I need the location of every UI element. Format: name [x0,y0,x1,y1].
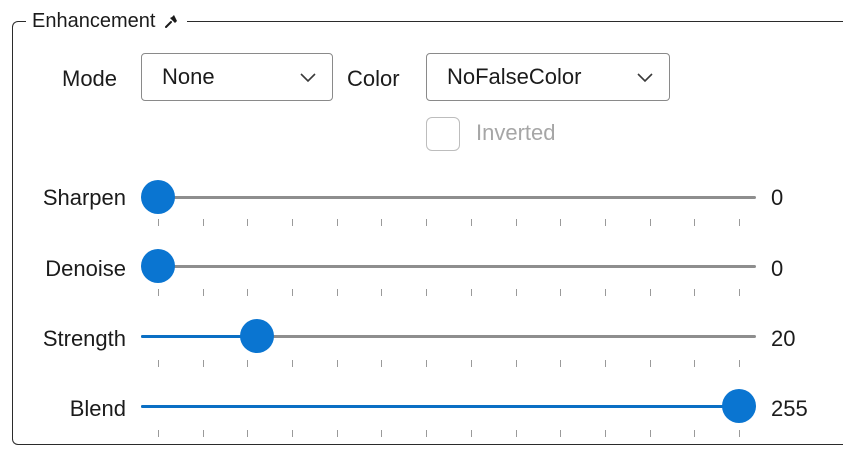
mode-select-value: None [162,64,215,89]
denoise-value: 0 [771,256,784,281]
slider-tick [470,360,472,367]
strength-slider[interactable] [141,319,756,353]
slider-tick [158,219,159,226]
mode-label: Mode [62,66,118,91]
color-select-value: NoFalseColor [447,64,582,89]
slider-tick [694,360,696,367]
slider-tick [247,289,249,296]
blend-ticks [141,430,756,438]
inverted-label: Inverted [476,120,556,145]
slider-tick [426,289,428,296]
chevron-down-icon [300,73,316,83]
slider-tick [560,360,562,367]
slider-tick [694,430,696,437]
color-select[interactable]: NoFalseColor [426,53,670,101]
slider-tick [292,289,294,296]
sharpen-slider-thumb[interactable] [141,180,175,214]
inverted-checkbox[interactable] [426,117,460,151]
slider-tick [739,430,740,437]
slider-tick [247,360,249,367]
slider-tick [604,219,606,226]
blend-value: 255 [771,396,808,421]
slider-tick [560,430,562,437]
denoise-label: Denoise [45,256,126,281]
slider-tick [336,289,338,296]
slider-tick [336,219,338,226]
slider-tick [739,289,740,296]
chevron-down-icon [637,73,653,83]
slider-tick [202,219,204,226]
strength-label: Strength [42,326,126,351]
slider-tick [336,430,338,437]
slider-tick [694,289,696,296]
slider-tick [649,360,651,367]
strength-slider-thumb[interactable] [239,319,274,353]
pin-icon[interactable] [163,12,181,30]
sharpen-slider[interactable] [141,180,756,214]
slider-tick [426,430,428,437]
sharpen-value: 0 [771,185,784,210]
slider-tick [649,289,651,296]
group-title: Enhancement [32,9,156,32]
slider-tick [604,360,606,367]
slider-tick [202,289,204,296]
slider-tick [158,360,159,367]
blend-slider[interactable] [141,389,756,423]
slider-tick [292,430,294,437]
slider-tick [247,219,249,226]
strength-ticks [141,360,756,368]
slider-tick [202,430,204,437]
slider-tick [649,219,651,226]
slider-tick [515,219,517,226]
slider-tick [470,219,472,226]
slider-tick [158,289,159,296]
slider-tick [381,289,383,296]
slider-tick [292,360,294,367]
slider-tick [515,360,517,367]
slider-tick [604,289,606,296]
slider-tick [604,430,606,437]
group-header: Enhancement [26,8,188,34]
slider-tick [515,430,517,437]
slider-tick [426,219,428,226]
slider-tick [739,360,740,367]
blend-slider-thumb[interactable] [722,389,756,423]
slider-tick [470,289,472,296]
slider-tick [336,360,338,367]
slider-tick [560,219,562,226]
slider-tick [381,360,383,367]
color-label: Color [347,66,400,91]
slider-tick [739,219,740,226]
slider-tick [515,289,517,296]
slider-tick [694,219,696,226]
blend-label: Blend [69,396,126,421]
denoise-ticks [141,289,756,297]
slider-tick [470,430,472,437]
strength-value: 20 [771,326,796,351]
slider-tick [247,430,249,437]
slider-tick [381,219,383,226]
slider-tick [426,360,428,367]
slider-tick [158,430,159,437]
sharpen-label: Sharpen [42,185,126,210]
slider-tick [649,430,651,437]
denoise-slider-thumb[interactable] [141,249,175,283]
denoise-slider[interactable] [141,249,756,283]
mode-select[interactable]: None [141,53,333,101]
slider-tick [560,289,562,296]
slider-tick [202,360,204,367]
slider-tick [381,430,383,437]
blend-slider-fill [141,405,739,408]
sharpen-ticks [141,219,756,227]
slider-tick [292,219,294,226]
